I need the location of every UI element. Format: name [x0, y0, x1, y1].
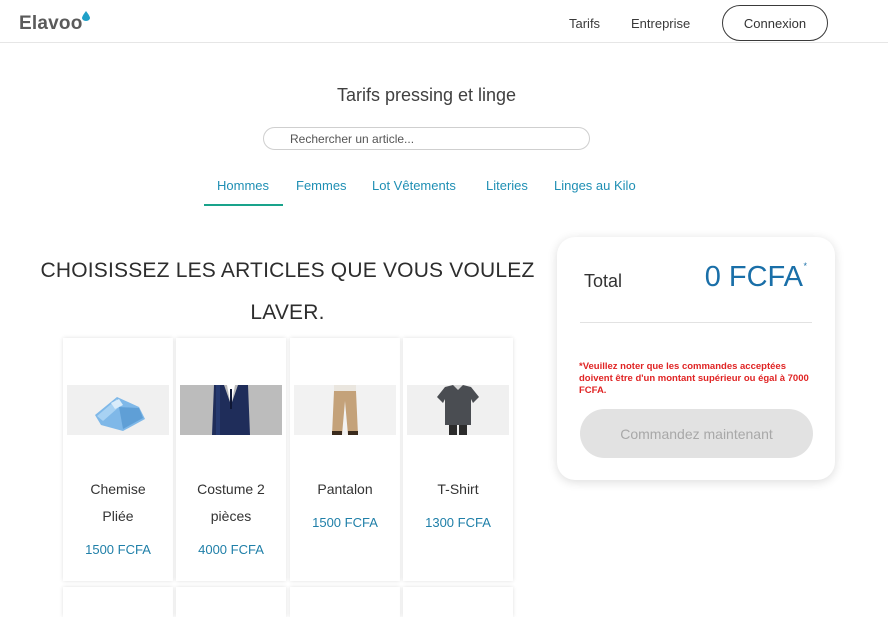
top-navbar: Elavoo Tarifs Entreprise Connexion [0, 0, 888, 43]
search-input[interactable] [290, 131, 580, 147]
tab-literies[interactable]: Literies [486, 178, 528, 193]
section-heading-line2: LAVER. [250, 301, 325, 324]
search-bar[interactable] [263, 127, 590, 150]
product-name: Costume 2 pièces [176, 476, 286, 530]
product-card[interactable] [290, 587, 400, 617]
divider [580, 322, 812, 323]
total-asterisk: * [803, 261, 807, 271]
product-price: 4000 FCFA [198, 542, 264, 557]
cart-summary-panel: Total 0 FCFA * *Veuillez noter que les c… [557, 237, 835, 480]
product-name-line1: Costume 2 [197, 481, 265, 497]
nav-entreprise-link[interactable]: Entreprise [631, 16, 690, 31]
tab-femmes[interactable]: Femmes [296, 178, 347, 193]
tab-lot-vetements[interactable]: Lot Vêtements [372, 178, 456, 193]
section-heading-line1: CHOISISSEZ LES ARTICLES QUE VOUS VOULEZ [40, 259, 535, 282]
login-button[interactable]: Connexion [722, 5, 828, 41]
product-card[interactable] [176, 587, 286, 617]
product-card-pantalon[interactable]: Pantalon 1500 FCFA [290, 338, 400, 581]
page-title: Tarifs pressing et linge [336, 85, 517, 105]
product-card[interactable] [403, 587, 513, 617]
product-card-costume[interactable]: Costume 2 pièces 4000 FCFA [176, 338, 286, 581]
tab-linges-au-kilo[interactable]: Linges au Kilo [554, 178, 636, 193]
product-name: Chemise Pliée [63, 476, 173, 530]
total-label: Total [584, 271, 623, 291]
product-price: 1300 FCFA [425, 515, 491, 530]
product-card[interactable] [63, 587, 173, 617]
product-card-tshirt[interactable]: T-Shirt 1300 FCFA [403, 338, 513, 581]
order-now-button[interactable]: Commandez maintenant [580, 409, 813, 458]
product-price: 1500 FCFA [85, 542, 151, 557]
water-drop-icon [82, 11, 90, 21]
product-name: Pantalon [290, 476, 400, 503]
total-value: 0 FCFA [704, 261, 803, 293]
nav-tarifs-link[interactable]: Tarifs [569, 16, 600, 31]
section-heading: CHOISISSEZ LES ARTICLES QUE VOUS VOULEZ … [20, 250, 555, 334]
logo[interactable]: Elavoo [19, 13, 83, 35]
pants-icon [294, 385, 396, 435]
product-name: T-Shirt [403, 476, 513, 503]
product-name-line2: Pliée [102, 508, 134, 524]
product-card-chemise[interactable]: Chemise Pliée 1500 FCFA [63, 338, 173, 581]
tshirt-icon [407, 385, 509, 435]
product-name-line1: Pantalon [317, 481, 373, 497]
shirt-folded-icon [67, 385, 169, 435]
product-name-line2: pièces [210, 508, 252, 524]
product-name-line1: Chemise [90, 481, 146, 497]
tab-hommes[interactable]: Hommes [217, 178, 269, 193]
minimum-order-note: *Veuillez noter que les commandes accept… [579, 361, 809, 396]
product-name-line1: T-Shirt [437, 481, 479, 497]
active-tab-indicator [204, 204, 283, 206]
suit-icon [180, 385, 282, 435]
product-price: 1500 FCFA [312, 515, 378, 530]
